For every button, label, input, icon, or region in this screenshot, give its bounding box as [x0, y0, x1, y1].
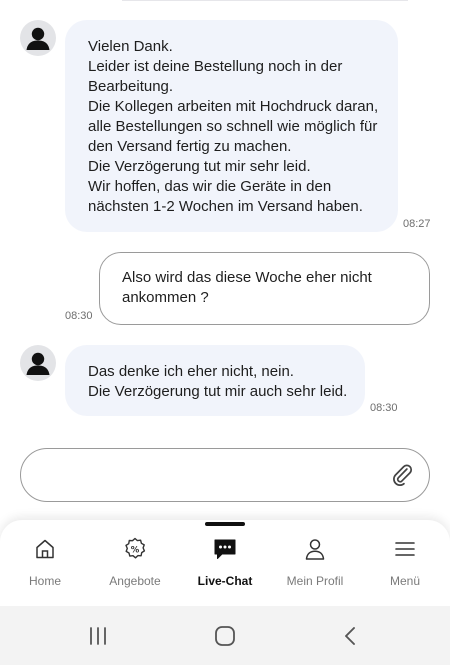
bottom-navigation: Home % Angebote Live-Chat Mein Profil Me [0, 520, 450, 606]
message-line: Bearbeitung. [88, 78, 174, 95]
svg-text:%: % [131, 545, 140, 555]
message-timestamp: 08:30 [65, 310, 93, 322]
percent-badge-icon: % [125, 537, 146, 559]
message-line: Vielen Dank. [88, 38, 173, 55]
person-icon [305, 539, 325, 560]
message-line: Leider ist deine Bestellung noch in der [88, 58, 343, 75]
message-line: Das denke ich eher nicht, nein. [88, 363, 294, 380]
recent-apps-icon[interactable] [84, 622, 112, 650]
home-circle-icon[interactable] [211, 622, 239, 650]
person-avatar-icon [26, 352, 50, 375]
message-line: Die Verzögerung tut mir auch sehr leid. [88, 383, 348, 400]
nav-item-label: Mein Profil [286, 574, 344, 588]
agent-avatar [20, 20, 56, 56]
nav-item-menu[interactable]: Menü [360, 536, 450, 596]
message-input[interactable] [20, 448, 430, 502]
nav-item-home[interactable]: Home [0, 536, 90, 596]
message-line: Wir hoffen, das wir die Geräte in den [88, 178, 332, 195]
person-avatar-icon [26, 27, 50, 50]
back-chevron-icon[interactable] [337, 622, 365, 650]
hamburger-menu-icon [395, 542, 415, 556]
active-tab-indicator [205, 522, 245, 526]
message-line: ankommen ? [122, 289, 209, 306]
message-bubble-outgoing[interactable]: Also wird das diese Woche eher nicht ank… [99, 252, 430, 325]
nav-item-label: Menü [389, 574, 421, 588]
nav-item-label: Live-Chat [197, 574, 253, 588]
chat-bubble-icon [214, 539, 236, 559]
agent-avatar [20, 345, 56, 381]
message-line: nächsten 1-2 Wochen im Versand haben. [88, 198, 363, 215]
scrolled-content-divider [122, 0, 408, 1]
nav-item-label: Home [28, 574, 61, 588]
message-line: den Versand fertig zu machen. [88, 138, 292, 155]
message-timestamp: 08:30 [370, 402, 398, 414]
system-navigation-bar [0, 606, 450, 665]
message-line: Die Verzögerung tut mir sehr leid. [88, 158, 311, 175]
message-line: Die Kollegen arbeiten mit Hochdruck dara… [88, 98, 379, 115]
message-bubble-incoming[interactable]: Vielen Dank. Leider ist deine Bestellung… [65, 20, 398, 232]
home-icon [36, 539, 54, 559]
nav-item-live-chat[interactable]: Live-Chat [180, 536, 270, 596]
paperclip-icon[interactable] [389, 462, 415, 488]
message-line: alle Bestellungen so schnell wie möglich… [88, 118, 378, 135]
message-bubble-incoming[interactable]: Das denke ich eher nicht, nein. Die Verz… [65, 345, 365, 416]
message-line: Also wird das diese Woche eher nicht [122, 269, 372, 286]
nav-item-mein-profil[interactable]: Mein Profil [270, 536, 360, 596]
nav-item-angebote[interactable]: % Angebote [90, 536, 180, 596]
nav-item-label: Angebote [109, 574, 161, 588]
message-timestamp: 08:27 [403, 218, 431, 230]
